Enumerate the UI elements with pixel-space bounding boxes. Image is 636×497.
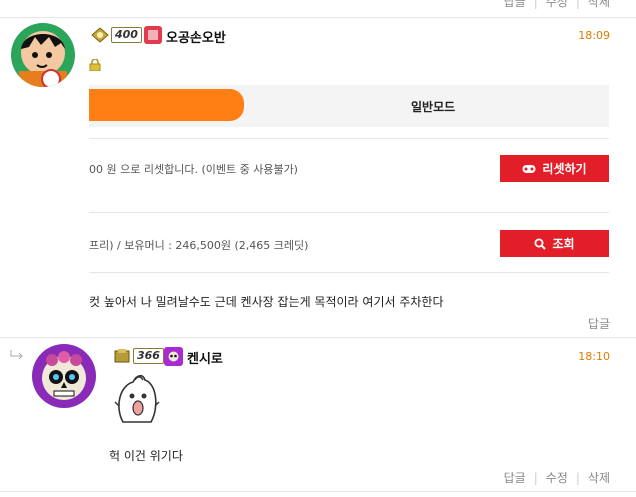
reply-link[interactable]: 답글 [504,0,526,9]
shocked-sticker-image [113,372,161,430]
avatar-image [32,344,96,408]
reply-link[interactable]: 답글 [588,315,610,332]
level-number: 400 [111,27,142,43]
search-button[interactable]: 조회 [500,230,609,257]
search-icon [534,238,547,250]
nickname[interactable]: 오공손오반 [166,27,226,46]
reset-info-text: 00 원 으로 리셋합니다. (이벤트 중 사용불가) [89,163,298,176]
level-badge: 366 [113,348,164,364]
delete-link[interactable]: 삭제 [588,0,610,9]
member-icon [164,347,183,366]
timestamp: 18:10 [578,350,610,363]
level-icon [91,27,109,43]
divider [89,272,609,273]
reset-button-label: 리셋하기 [542,162,587,176]
gamepad-icon [522,164,536,173]
comment-actions: 답글 | 수정 | 삭제 [503,471,610,485]
tab-active-mode[interactable] [89,89,244,121]
delete-link[interactable]: 삭제 [588,471,610,485]
balance-info-text: 프리) / 보유머니 : 246,500원 (2,465 크레딧) [89,239,309,252]
divider [0,337,636,338]
level-number: 366 [133,348,164,364]
divider [89,138,609,139]
reply-arrow-icon [10,345,24,364]
reply-link[interactable]: 답글 [504,471,526,485]
avatar[interactable] [11,23,75,87]
search-button-label: 조회 [552,237,575,251]
divider [0,17,636,18]
lock-icon [89,56,101,75]
reset-button[interactable]: 리셋하기 [500,155,609,182]
member-icon [144,26,162,44]
level-icon [114,349,130,363]
comment-text: 컷 높아서 나 밀려날수도 근데 켄사장 잡는게 목적이라 여기서 주차한다 [89,295,444,309]
level-badge: 400 [91,27,142,43]
avatar[interactable] [32,344,96,408]
nickname[interactable]: 켄시로 [187,348,223,367]
top-comment-actions: 답글 | 수정 | 삭제 [504,0,610,10]
timestamp: 18:09 [578,29,610,42]
divider [89,212,609,213]
tab-general-mode[interactable]: 일반모드 [411,98,455,115]
comment-text: 헉 이건 위기다 [109,449,183,463]
edit-link[interactable]: 수정 [546,471,568,485]
divider [0,491,636,492]
edit-link[interactable]: 수정 [546,0,568,9]
avatar-image [11,23,75,87]
